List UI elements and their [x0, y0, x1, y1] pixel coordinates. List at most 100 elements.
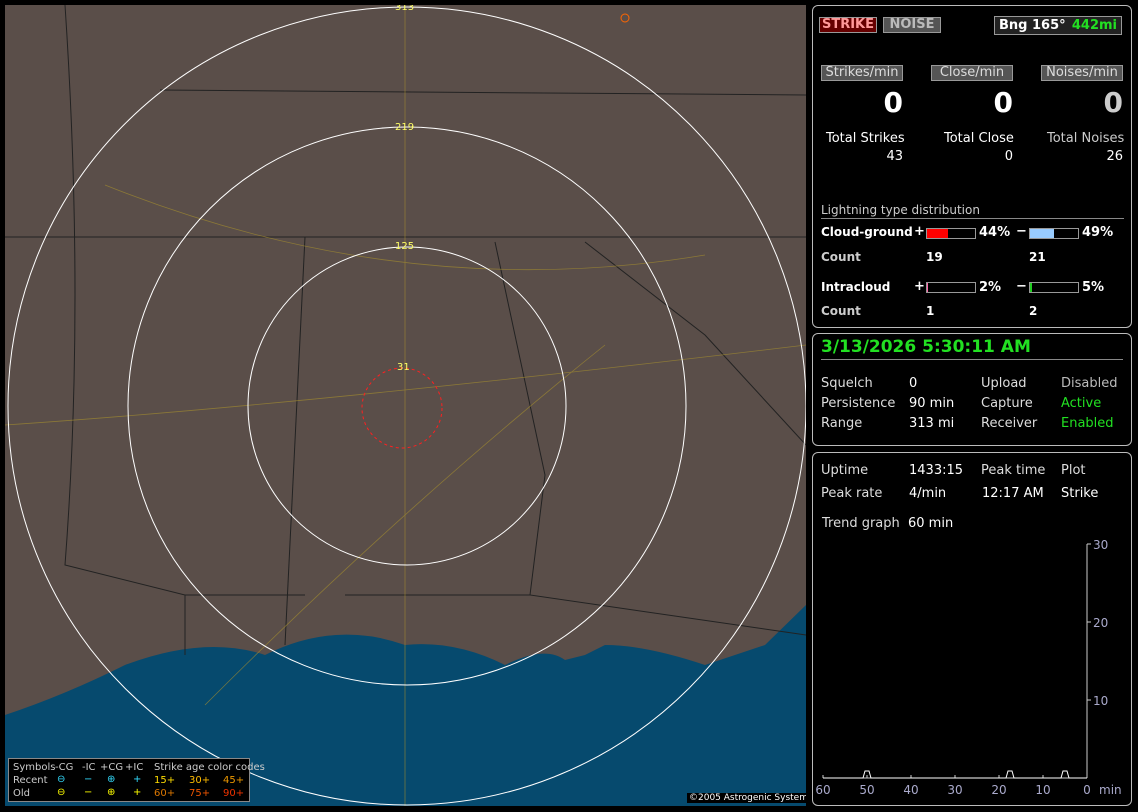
cg-positive-bar — [926, 228, 976, 239]
total-close-value: 0 — [1004, 149, 1013, 164]
legend-header: Strike age color codes — [154, 762, 265, 773]
ic-label: Intracloud — [821, 280, 891, 294]
ic-positive-count: 1 — [926, 304, 935, 318]
symbol-legend: Symbols -CG -IC +CG +IC Strike age color… — [8, 758, 265, 802]
status-v: 90 min — [909, 396, 955, 411]
legend-header: +CG — [100, 762, 124, 773]
datetime: 3/13/2026 5:30:11 AM — [821, 337, 1031, 357]
ring-label: 219 — [395, 122, 415, 133]
neg-cg-recent-icon: ⊖ — [57, 774, 66, 785]
copyright: ©2005 Astrogenic Systems — [687, 793, 806, 803]
cg-positive-count: 19 — [926, 250, 943, 264]
ic-positive-pct: 2% — [979, 280, 1002, 295]
total-strikes-value: 43 — [886, 149, 903, 164]
y-tick-label: 30 — [1093, 538, 1108, 552]
age-code: 30+ — [189, 775, 211, 786]
status-k2: Capture — [981, 396, 1033, 411]
plus-sign: + — [914, 224, 925, 239]
x-tick-label: 20 — [991, 783, 1006, 797]
ic-negative-count: 2 — [1029, 304, 1038, 318]
status-v2: Disabled — [1061, 376, 1118, 391]
x-tick-label: 40 — [903, 783, 918, 797]
x-tick-label: 30 — [947, 783, 962, 797]
x-tick-label: 0 — [1083, 783, 1091, 797]
ring-label: 125 — [395, 241, 415, 252]
age-code: 45+ — [223, 775, 245, 786]
x-tick-label: 10 — [1035, 783, 1050, 797]
range-ring-219 — [127, 126, 687, 686]
bearing-value: Bng 165° — [999, 18, 1066, 33]
count-label: Count — [821, 250, 861, 264]
status-k: Range — [821, 416, 863, 431]
divider — [821, 359, 1123, 360]
total-close-label: Total Close — [944, 131, 1014, 146]
pos-ic-recent-icon: + — [133, 774, 142, 785]
status-k: Persistence — [821, 396, 896, 411]
pos-cg-old-icon: ⊕ — [107, 787, 116, 798]
age-code: 60+ — [154, 788, 176, 799]
neg-ic-recent-icon: − — [84, 774, 93, 785]
cg-negative-pct: 49% — [1082, 225, 1114, 240]
neg-ic-old-icon: − — [84, 787, 93, 798]
status-k: Squelch — [821, 376, 873, 391]
neg-cg-old-icon: ⊖ — [57, 787, 66, 798]
close-per-min-button[interactable]: Close/min — [931, 65, 1013, 81]
status-v2: Enabled — [1061, 416, 1114, 431]
strike-button[interactable]: STRIKE — [819, 17, 877, 33]
ic-negative-pct: 5% — [1082, 280, 1105, 295]
status-k2: Upload — [981, 376, 1027, 391]
cg-negative-count: 21 — [1029, 250, 1046, 264]
strike-map[interactable]: 31 125 219 313 ©2005 Astrogenic Systems — [5, 5, 806, 806]
age-code: 90+ — [223, 788, 245, 799]
age-code: 15+ — [154, 775, 176, 786]
noises-per-min-value: 0 — [1103, 86, 1123, 119]
status-v2: Active — [1061, 396, 1102, 411]
legend-header: +IC — [125, 762, 144, 773]
divider — [821, 218, 1124, 219]
age-code: 75+ — [189, 788, 211, 799]
x-tick-label: 50 — [859, 783, 874, 797]
ic-positive-bar — [926, 282, 976, 293]
noises-per-min-button[interactable]: Noises/min — [1041, 65, 1123, 81]
legend-header: Symbols — [13, 762, 56, 773]
x-unit-label: min — [1099, 783, 1122, 797]
pos-ic-old-icon: + — [133, 787, 142, 798]
y-tick-label: 10 — [1093, 694, 1108, 708]
legend-header: -CG — [55, 762, 74, 773]
pos-cg-recent-icon: ⊕ — [107, 774, 116, 785]
total-noises-value: 26 — [1106, 149, 1123, 164]
close-range-ring — [361, 367, 443, 449]
status-panel: 3/13/2026 5:30:11 AM Squelch 0 Upload Disab… — [812, 333, 1132, 446]
trend-graph: 60 50 40 30 20 10 0 min 30 20 10 — [815, 538, 1122, 797]
close-per-min-value: 0 — [993, 86, 1013, 119]
legend-header: -IC — [82, 762, 96, 773]
status-k2: Receiver — [981, 416, 1038, 431]
cg-label: Cloud-ground — [821, 225, 913, 239]
legend-old-label: Old — [13, 788, 30, 799]
ic-negative-bar — [1029, 282, 1079, 293]
range-ring-125 — [247, 246, 567, 566]
status-v: 0 — [909, 376, 918, 391]
plus-sign: + — [914, 279, 925, 294]
minus-sign: − — [1016, 279, 1027, 294]
minus-sign: − — [1016, 224, 1027, 239]
bearing-readout: Bng 165° 442mi — [994, 16, 1122, 35]
strikes-per-min-button[interactable]: Strikes/min — [821, 65, 903, 81]
distribution-title: Lightning type distribution — [821, 203, 980, 217]
legend-recent-label: Recent — [13, 775, 48, 786]
strikes-per-min-value: 0 — [883, 86, 903, 119]
counts-panel: STRIKE NOISE Bng 165° 442mi Strikes/min … — [812, 5, 1132, 328]
noise-button[interactable]: NOISE — [883, 17, 941, 33]
trend-panel: Uptime 1433:15 Peak time Plot Peak rate … — [812, 452, 1132, 806]
station-marker-icon — [620, 13, 630, 23]
distance-value: 442mi — [1071, 18, 1117, 33]
ring-label: 31 — [397, 362, 410, 373]
y-tick-label: 20 — [1093, 616, 1108, 630]
count-label: Count — [821, 304, 861, 318]
cg-positive-pct: 44% — [979, 225, 1011, 240]
status-v: 313 mi — [909, 416, 955, 431]
total-strikes-label: Total Strikes — [826, 131, 905, 146]
ring-label: 313 — [395, 5, 415, 13]
total-noises-label: Total Noises — [1047, 131, 1125, 146]
cg-negative-bar — [1029, 228, 1079, 239]
